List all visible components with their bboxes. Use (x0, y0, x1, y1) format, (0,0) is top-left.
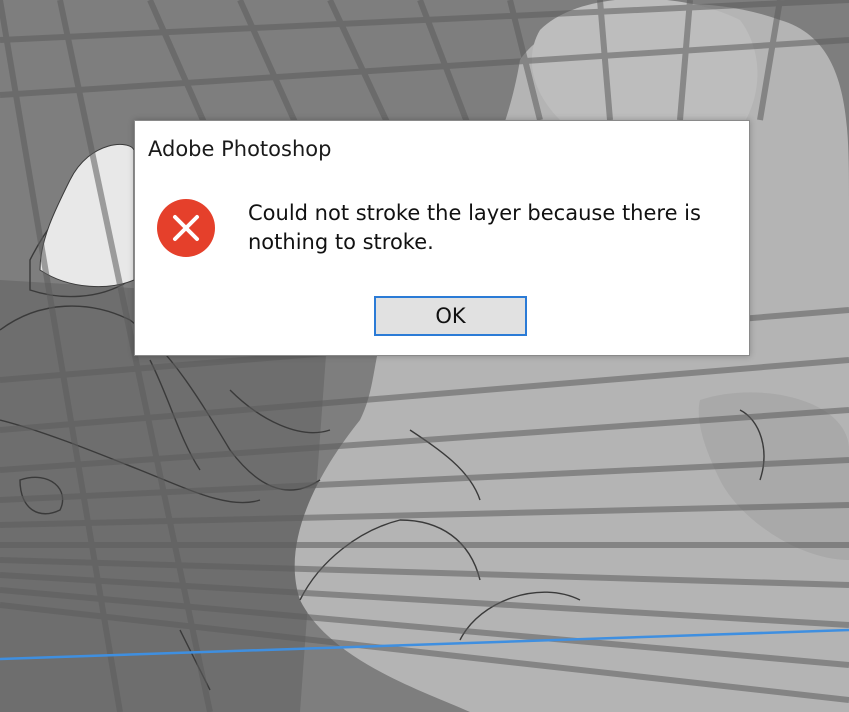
error-icon (157, 199, 215, 257)
document-canvas[interactable] (0, 0, 849, 712)
ok-button-label: OK (435, 304, 466, 328)
dialog-message: Could not stroke the layer because there… (248, 201, 701, 254)
error-dialog: Adobe Photoshop Could not stroke the lay… (134, 120, 750, 356)
dialog-title: Adobe Photoshop (148, 137, 332, 161)
canvas-artwork (0, 0, 849, 712)
ok-button[interactable]: OK (374, 296, 527, 336)
